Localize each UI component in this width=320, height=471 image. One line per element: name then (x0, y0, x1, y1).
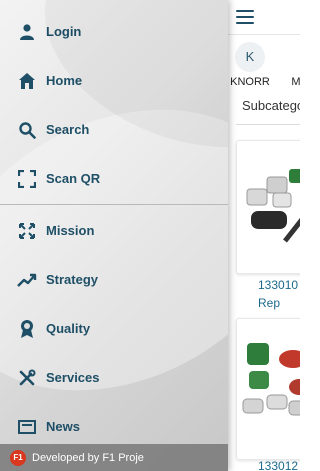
f1-logo: F1 (10, 449, 26, 466)
mission-icon (17, 221, 37, 241)
tools-icon (17, 368, 37, 388)
menu-item-services[interactable]: Services (0, 353, 228, 402)
brand-item-knorr[interactable]: K KNORR (230, 42, 270, 88)
drawer-footer: F1 Developed by F1 Proje (0, 444, 228, 471)
product-code[interactable]: 133010 (258, 278, 298, 292)
user-icon (17, 22, 37, 42)
brand-label: KNORR (230, 76, 270, 88)
navigation-drawer: Login Home Search Scan QR Mission Strate… (0, 0, 228, 471)
brand-avatar: K (235, 42, 265, 72)
menu-item-label: Services (46, 370, 100, 385)
menu-divider (0, 204, 228, 205)
trending-up-icon (17, 270, 37, 290)
product-card[interactable] (236, 318, 300, 460)
menu-item-label: Login (46, 24, 82, 39)
menu-item-strategy[interactable]: Strategy (0, 255, 228, 304)
menu-item-label: Quality (46, 321, 91, 336)
menu-icon[interactable] (236, 10, 254, 24)
menu-item-label: News (46, 419, 80, 434)
menu-item-label: Search (46, 122, 90, 137)
product-image (246, 169, 300, 243)
news-icon (17, 417, 37, 437)
scan-qr-icon (17, 169, 37, 189)
menu-item-login[interactable]: Login (0, 7, 228, 56)
product-card[interactable] (236, 140, 300, 274)
brand-label: M (291, 76, 300, 88)
product-description[interactable]: Rep (258, 296, 280, 310)
menu-item-quality[interactable]: Quality (0, 304, 228, 353)
brand-item-m[interactable]: M (286, 42, 300, 88)
menu-item-label: Scan QR (46, 171, 101, 186)
menu-item-label: Home (46, 73, 83, 88)
header-divider (228, 34, 300, 35)
home-icon (17, 71, 37, 91)
subcategory-label: Subcategories (242, 98, 300, 113)
product-code[interactable]: 133012 (258, 459, 298, 471)
search-icon (17, 120, 37, 140)
award-icon (17, 319, 37, 339)
drawer-menu: Login Home Search Scan QR Mission Strate… (0, 0, 228, 451)
menu-item-search[interactable]: Search (0, 105, 228, 154)
menu-item-mission[interactable]: Mission (0, 206, 228, 255)
product-image (242, 343, 300, 416)
menu-item-label: Mission (46, 223, 95, 238)
main-content: K KNORR M Subcategories 133010 Rep 13301… (228, 0, 300, 471)
menu-item-home[interactable]: Home (0, 56, 228, 105)
menu-item-label: Strategy (46, 272, 99, 287)
menu-item-scan-qr[interactable]: Scan QR (0, 154, 228, 203)
subcategory-divider (236, 124, 300, 125)
developer-credit: Developed by F1 Proje (32, 451, 144, 464)
